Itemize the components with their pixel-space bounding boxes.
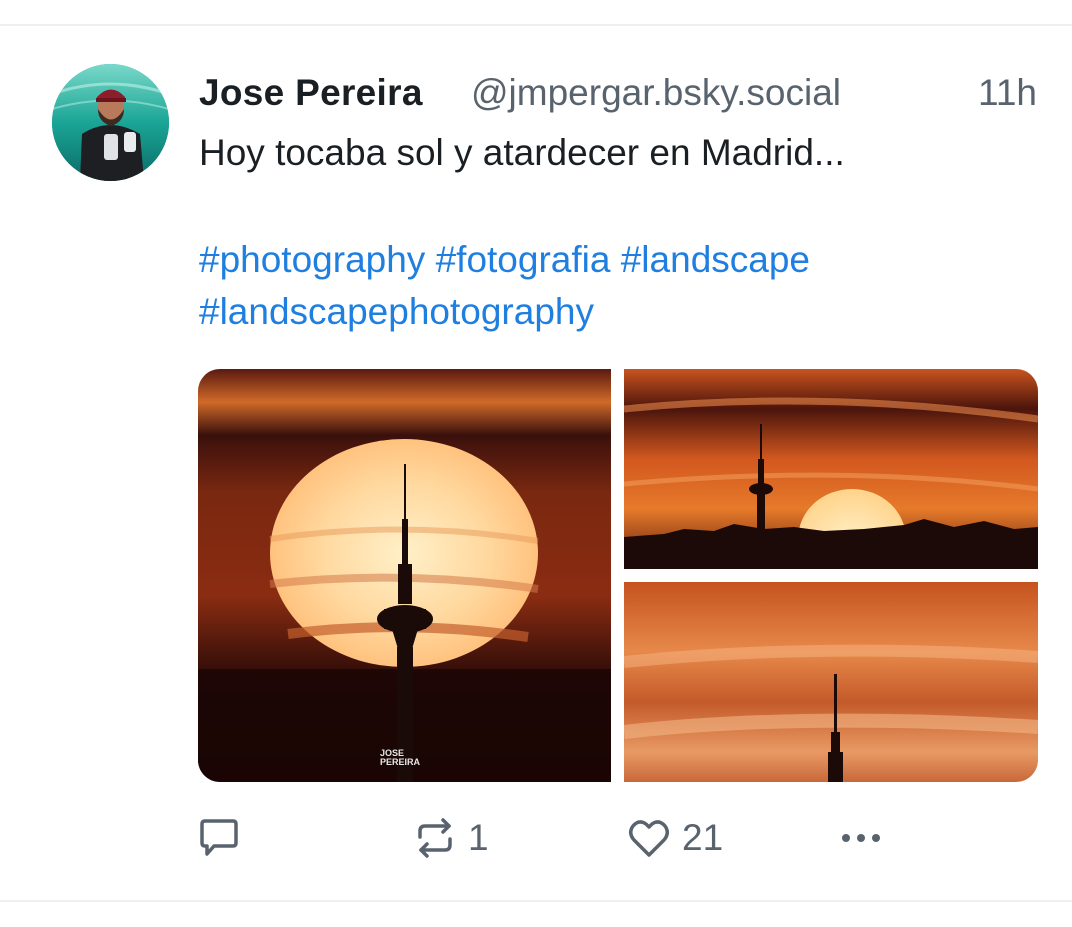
repost-button[interactable]: 1 [412, 812, 489, 864]
user-avatar-photo [52, 64, 169, 181]
photographer-watermark: JOSE PEREIRA [380, 748, 421, 767]
tower-tip-image [624, 582, 1038, 782]
author-name[interactable]: Jose Pereira [199, 72, 423, 114]
sunset-tower-image [198, 369, 611, 782]
reply-button[interactable] [196, 812, 252, 864]
hashtag-landscapephotography[interactable]: #landscapephotography [199, 291, 594, 332]
bottom-divider [0, 900, 1072, 902]
hashtag-fotografia[interactable]: #fotografia [436, 239, 611, 280]
author-handle[interactable]: @jmpergar.bsky.social [471, 72, 841, 114]
post-image-3[interactable] [624, 582, 1038, 782]
post-actions: 1 21 [196, 812, 916, 864]
repost-icon [418, 818, 452, 858]
media-gallery: JOSE PEREIRA [198, 369, 1038, 782]
post-image-2[interactable] [624, 369, 1038, 569]
heart-icon [629, 820, 669, 857]
hashtag-photography[interactable]: #photography [199, 239, 425, 280]
more-options-icon [842, 834, 880, 842]
skyline-sunset-image [624, 369, 1038, 569]
repost-count: 1 [468, 817, 489, 858]
hashtags: #photography #fotografia #landscape #lan… [199, 234, 1039, 338]
avatar[interactable] [52, 64, 169, 181]
more-options-button[interactable] [836, 812, 886, 864]
post-image-1[interactable]: JOSE PEREIRA [198, 369, 611, 782]
post-header: Jose Pereira @jmpergar.bsky.social 11h [199, 66, 1049, 120]
like-button[interactable]: 21 [626, 812, 723, 864]
like-count: 21 [682, 817, 724, 858]
top-divider [0, 24, 1072, 26]
hashtag-landscape[interactable]: #landscape [621, 239, 810, 280]
reply-icon [200, 819, 238, 856]
post-timestamp[interactable]: 11h [978, 72, 1037, 114]
post-text: Hoy tocaba sol y atardecer en Madrid... [199, 132, 845, 173]
